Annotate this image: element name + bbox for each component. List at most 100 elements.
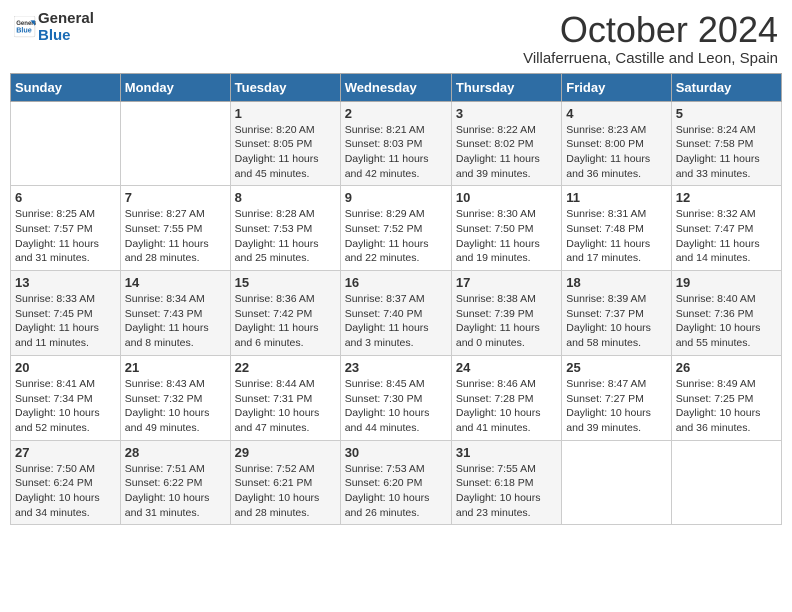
- day-info: Sunrise: 8:20 AM Sunset: 8:05 PM Dayligh…: [235, 123, 336, 182]
- day-info: Sunrise: 8:31 AM Sunset: 7:48 PM Dayligh…: [566, 207, 666, 266]
- calendar-cell: 28 Sunrise: 7:51 AM Sunset: 6:22 PM Dayli…: [120, 440, 230, 525]
- logo-line1: General: [38, 10, 94, 27]
- day-number: 8: [235, 190, 336, 205]
- calendar-cell: 4 Sunrise: 8:23 AM Sunset: 8:00 PM Daylig…: [562, 101, 671, 186]
- day-info: Sunrise: 8:32 AM Sunset: 7:47 PM Dayligh…: [676, 207, 777, 266]
- calendar-body: 1 Sunrise: 8:20 AM Sunset: 8:05 PM Daylig…: [11, 101, 782, 525]
- day-info: Sunrise: 8:43 AM Sunset: 7:32 PM Dayligh…: [125, 377, 226, 436]
- day-header-friday: Friday: [562, 73, 671, 101]
- calendar-cell: 12 Sunrise: 8:32 AM Sunset: 7:47 PM Dayli…: [671, 186, 781, 271]
- day-info: Sunrise: 8:29 AM Sunset: 7:52 PM Dayligh…: [345, 207, 447, 266]
- day-number: 4: [566, 106, 666, 121]
- calendar-cell: 16Sunrise: 8:37 AM Sunset: 7:40 PM Dayli…: [340, 271, 451, 356]
- day-info: Sunrise: 8:34 AM Sunset: 7:43 PM Dayligh…: [125, 292, 226, 351]
- day-number: 28: [125, 445, 226, 460]
- calendar-cell: 5 Sunrise: 8:24 AM Sunset: 7:58 PM Daylig…: [671, 101, 781, 186]
- day-info: Sunrise: 8:37 AM Sunset: 7:40 PM Dayligh…: [345, 292, 447, 351]
- calendar-cell: 31 Sunrise: 7:55 AM Sunset: 6:18 PM Dayli…: [451, 440, 561, 525]
- calendar-cell: 29Sunrise: 7:52 AM Sunset: 6:21 PM Dayli…: [230, 440, 340, 525]
- day-number: 14: [125, 275, 226, 290]
- day-number: 25: [566, 360, 666, 375]
- day-number: 2: [345, 106, 447, 121]
- calendar-cell: 13 Sunrise: 8:33 AM Sunset: 7:45 PM Dayli…: [11, 271, 121, 356]
- calendar-cell: 8 Sunrise: 8:28 AM Sunset: 7:53 PM Daylig…: [230, 186, 340, 271]
- day-info: Sunrise: 7:55 AM Sunset: 6:18 PM Dayligh…: [456, 462, 557, 521]
- calendar-cell: 24Sunrise: 8:46 AM Sunset: 7:28 PM Dayli…: [451, 355, 561, 440]
- calendar-cell: 19 Sunrise: 8:40 AM Sunset: 7:36 PM Dayli…: [671, 271, 781, 356]
- day-info: Sunrise: 8:45 AM Sunset: 7:30 PM Dayligh…: [345, 377, 447, 436]
- calendar-week-row: 20Sunrise: 8:41 AM Sunset: 7:34 PM Dayli…: [11, 355, 782, 440]
- day-header-saturday: Saturday: [671, 73, 781, 101]
- day-info: Sunrise: 8:39 AM Sunset: 7:37 PM Dayligh…: [566, 292, 666, 351]
- calendar-header-row: SundayMondayTuesdayWednesdayThursdayFrid…: [11, 73, 782, 101]
- day-number: 21: [125, 360, 226, 375]
- day-number: 18: [566, 275, 666, 290]
- day-info: Sunrise: 8:41 AM Sunset: 7:34 PM Dayligh…: [15, 377, 116, 436]
- calendar-cell: 1 Sunrise: 8:20 AM Sunset: 8:05 PM Daylig…: [230, 101, 340, 186]
- calendar-table: SundayMondayTuesdayWednesdayThursdayFrid…: [10, 73, 782, 526]
- day-number: 1: [235, 106, 336, 121]
- calendar-cell: 10 Sunrise: 8:30 AM Sunset: 7:50 PM Dayli…: [451, 186, 561, 271]
- day-info: Sunrise: 8:25 AM Sunset: 7:57 PM Dayligh…: [15, 207, 116, 266]
- day-info: Sunrise: 7:52 AM Sunset: 6:21 PM Dayligh…: [235, 462, 336, 521]
- day-info: Sunrise: 8:21 AM Sunset: 8:03 PM Dayligh…: [345, 123, 447, 182]
- day-number: 15: [235, 275, 336, 290]
- day-info: Sunrise: 7:53 AM Sunset: 6:20 PM Dayligh…: [345, 462, 447, 521]
- day-number: 26: [676, 360, 777, 375]
- day-info: Sunrise: 8:47 AM Sunset: 7:27 PM Dayligh…: [566, 377, 666, 436]
- day-info: Sunrise: 8:30 AM Sunset: 7:50 PM Dayligh…: [456, 207, 557, 266]
- day-number: 6: [15, 190, 116, 205]
- calendar-cell: [11, 101, 121, 186]
- logo: General Blue General Blue: [14, 10, 94, 44]
- day-info: Sunrise: 8:23 AM Sunset: 8:00 PM Dayligh…: [566, 123, 666, 182]
- day-info: Sunrise: 8:33 AM Sunset: 7:45 PM Dayligh…: [15, 292, 116, 351]
- day-number: 30: [345, 445, 447, 460]
- day-number: 24: [456, 360, 557, 375]
- day-info: Sunrise: 8:22 AM Sunset: 8:02 PM Dayligh…: [456, 123, 557, 182]
- day-info: Sunrise: 8:36 AM Sunset: 7:42 PM Dayligh…: [235, 292, 336, 351]
- day-info: Sunrise: 8:44 AM Sunset: 7:31 PM Dayligh…: [235, 377, 336, 436]
- day-number: 5: [676, 106, 777, 121]
- calendar-cell: 9 Sunrise: 8:29 AM Sunset: 7:52 PM Daylig…: [340, 186, 451, 271]
- calendar-cell: 30 Sunrise: 7:53 AM Sunset: 6:20 PM Dayli…: [340, 440, 451, 525]
- day-info: Sunrise: 8:27 AM Sunset: 7:55 PM Dayligh…: [125, 207, 226, 266]
- day-info: Sunrise: 8:38 AM Sunset: 7:39 PM Dayligh…: [456, 292, 557, 351]
- day-number: 12: [676, 190, 777, 205]
- calendar-cell: 2 Sunrise: 8:21 AM Sunset: 8:03 PM Daylig…: [340, 101, 451, 186]
- calendar-cell: 18 Sunrise: 8:39 AM Sunset: 7:37 PM Dayli…: [562, 271, 671, 356]
- day-header-tuesday: Tuesday: [230, 73, 340, 101]
- calendar-cell: 7 Sunrise: 8:27 AM Sunset: 7:55 PM Daylig…: [120, 186, 230, 271]
- day-number: 13: [15, 275, 116, 290]
- calendar-cell: 23Sunrise: 8:45 AM Sunset: 7:30 PM Dayli…: [340, 355, 451, 440]
- day-info: Sunrise: 8:40 AM Sunset: 7:36 PM Dayligh…: [676, 292, 777, 351]
- day-number: 31: [456, 445, 557, 460]
- location-subtitle: Villaferruena, Castille and Leon, Spain: [523, 50, 778, 67]
- title-block: October 2024 Villaferruena, Castille and…: [523, 10, 778, 67]
- day-info: Sunrise: 8:49 AM Sunset: 7:25 PM Dayligh…: [676, 377, 777, 436]
- calendar-cell: 17 Sunrise: 8:38 AM Sunset: 7:39 PM Dayli…: [451, 271, 561, 356]
- calendar-cell: 11Sunrise: 8:31 AM Sunset: 7:48 PM Dayli…: [562, 186, 671, 271]
- day-info: Sunrise: 7:51 AM Sunset: 6:22 PM Dayligh…: [125, 462, 226, 521]
- day-header-monday: Monday: [120, 73, 230, 101]
- calendar-cell: 6 Sunrise: 8:25 AM Sunset: 7:57 PM Daylig…: [11, 186, 121, 271]
- day-number: 10: [456, 190, 557, 205]
- day-info: Sunrise: 8:28 AM Sunset: 7:53 PM Dayligh…: [235, 207, 336, 266]
- calendar-cell: 25 Sunrise: 8:47 AM Sunset: 7:27 PM Dayli…: [562, 355, 671, 440]
- calendar-week-row: 27Sunrise: 7:50 AM Sunset: 6:24 PM Dayli…: [11, 440, 782, 525]
- day-info: Sunrise: 8:24 AM Sunset: 7:58 PM Dayligh…: [676, 123, 777, 182]
- day-header-sunday: Sunday: [11, 73, 121, 101]
- logo-line2: Blue: [38, 27, 94, 44]
- day-number: 17: [456, 275, 557, 290]
- calendar-cell: 20Sunrise: 8:41 AM Sunset: 7:34 PM Dayli…: [11, 355, 121, 440]
- calendar-cell: [671, 440, 781, 525]
- day-number: 19: [676, 275, 777, 290]
- calendar-cell: 26 Sunrise: 8:49 AM Sunset: 7:25 PM Dayli…: [671, 355, 781, 440]
- day-number: 9: [345, 190, 447, 205]
- calendar-cell: 22Sunrise: 8:44 AM Sunset: 7:31 PM Dayli…: [230, 355, 340, 440]
- calendar-cell: [120, 101, 230, 186]
- calendar-cell: 21 Sunrise: 8:43 AM Sunset: 7:32 PM Dayli…: [120, 355, 230, 440]
- day-number: 7: [125, 190, 226, 205]
- svg-text:Blue: Blue: [16, 27, 32, 35]
- calendar-week-row: 1 Sunrise: 8:20 AM Sunset: 8:05 PM Daylig…: [11, 101, 782, 186]
- day-header-thursday: Thursday: [451, 73, 561, 101]
